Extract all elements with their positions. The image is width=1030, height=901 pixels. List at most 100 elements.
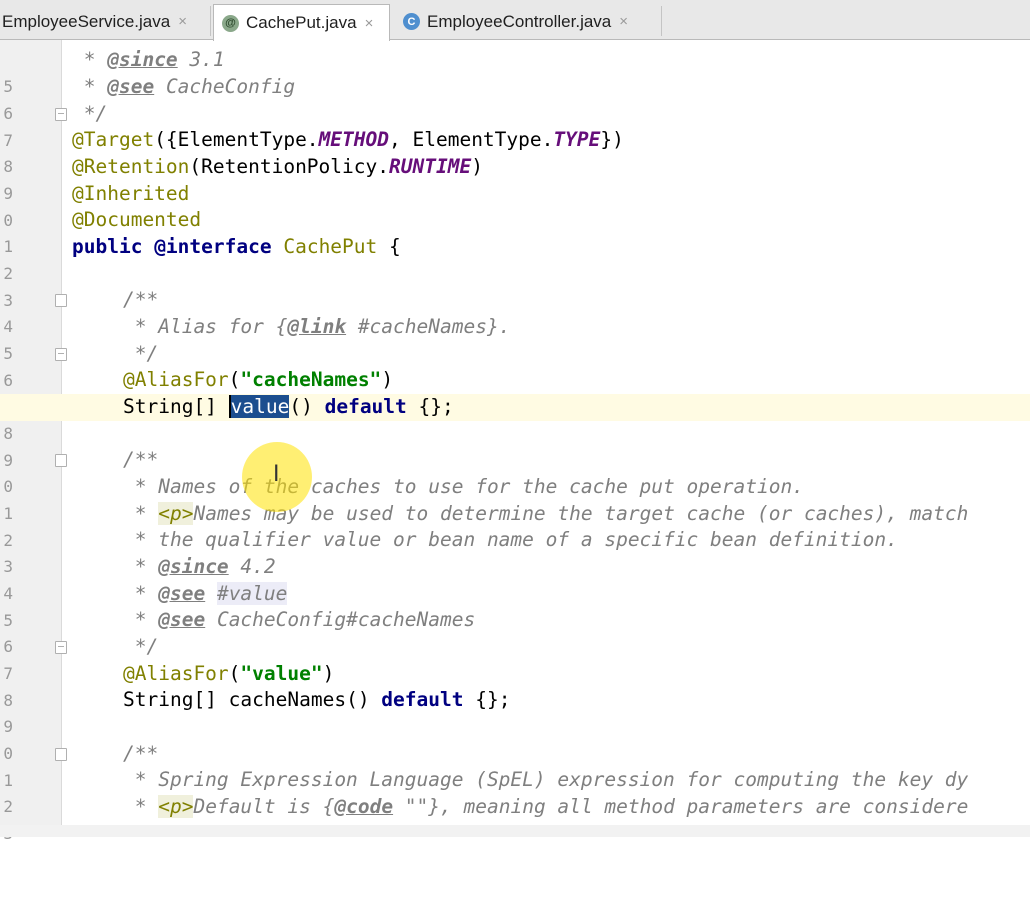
keyword: @interface (142, 235, 284, 258)
fold-icon[interactable] (55, 294, 67, 307)
comment-text: * (123, 608, 159, 631)
code-line: 4 * @since 4.2 (0, 554, 1030, 603)
fold-icon[interactable] (55, 641, 67, 654)
html-tag: <p> (158, 795, 194, 818)
comment-text: * (123, 555, 159, 578)
code-line-current: 8 String[] value() default {}; (0, 394, 1030, 443)
close-icon[interactable]: × (178, 13, 187, 30)
code-text: ({ElementType. (154, 128, 319, 151)
code-text: ) (471, 155, 483, 178)
code-line: 0 /** (0, 447, 1030, 496)
code-line: 2 public @interface CachePut { (0, 234, 1030, 283)
code-line: 3 * the qualifier value or bean name of … (0, 527, 1030, 576)
annotation: @AliasFor (123, 662, 229, 685)
code-line: 4 /** (0, 287, 1030, 336)
fold-icon[interactable] (55, 748, 67, 761)
comment-text: 3.1 (177, 48, 225, 71)
code-text: { (377, 235, 401, 258)
comment-text: */ (123, 342, 159, 365)
string-literal: "cacheNames" (240, 368, 382, 391)
code-line: 8 @AliasFor("value") (0, 661, 1030, 710)
selected-text[interactable]: value (228, 395, 290, 418)
tab-label: CachePut.java (246, 13, 357, 32)
comment-text: * (123, 795, 159, 818)
code-text: String[] (123, 688, 229, 711)
code-editor[interactable]: 5 * @since 3.1 6 * @see CacheConfig 7 */… (0, 40, 1030, 843)
code-line: 1 /** (0, 741, 1030, 790)
fold-icon[interactable] (55, 108, 67, 121)
javadoc-tag: @code (334, 795, 394, 818)
javadoc-tag: @link (287, 315, 347, 338)
comment-text: * Alias for { (123, 315, 288, 338)
code-line: 1 * Names of the caches to use for the c… (0, 474, 1030, 523)
tab-divider (210, 6, 211, 36)
code-line: 7 */ (0, 101, 1030, 150)
annotation: @Documented (72, 208, 202, 231)
comment-text: Names may be used to determine the targe… (193, 502, 969, 525)
code-text: ( (228, 368, 241, 391)
code-line: 5 * @since 3.1 (0, 47, 1030, 96)
tab-employee-service[interactable]: EmployeeService.java × (0, 4, 208, 39)
javadoc-tag: @since (107, 48, 178, 71)
class-file-icon: C (403, 13, 420, 30)
code-line: 6 * @see CacheConfig (0, 74, 1030, 123)
keyword: public (72, 235, 143, 258)
fold-icon[interactable] (55, 348, 67, 361)
comment-text: /** (123, 742, 159, 765)
code-line: 3 (0, 261, 1030, 310)
comment-text: * the qualifier value or bean name of a … (123, 528, 898, 551)
fold-icon[interactable] (55, 454, 67, 467)
comment-text: #cacheNames}. (346, 315, 511, 338)
close-icon[interactable]: × (619, 13, 628, 30)
javadoc-value-reference: #value (216, 582, 288, 605)
javadoc-reference: CacheConfig (216, 608, 347, 631)
code-line: 5 * @see #value (0, 581, 1030, 630)
enum-constant: RUNTIME (389, 155, 472, 178)
enum-constant: METHOD (318, 128, 390, 151)
code-text: ) (381, 368, 394, 391)
code-line: 2 * Spring Expression Language (SpEL) ex… (0, 767, 1030, 816)
comment-text: 4.2 (228, 555, 276, 578)
code-line: 8 @Target({ElementType.METHOD, ElementTy… (0, 127, 1030, 176)
text-cursor-icon: I (273, 462, 280, 487)
comment-text: * (123, 502, 159, 525)
html-tag: <p> (158, 502, 194, 525)
code-text: () (289, 395, 313, 418)
type-name: CachePut (283, 235, 378, 258)
comment-text: /** (123, 288, 159, 311)
comment-text: * (123, 582, 159, 605)
code-line: 0 (0, 714, 1030, 763)
comment-text: */ (123, 635, 159, 658)
annotation: @AliasFor (123, 368, 229, 391)
tab-divider (661, 6, 662, 36)
string-literal: "value" (240, 662, 323, 685)
code-line: 7 */ (0, 634, 1030, 683)
comment-text: * (72, 75, 108, 98)
code-line: 3 * <p>Default is {@code ""}, meaning al… (0, 794, 1030, 843)
code-text: String[] (123, 395, 229, 418)
code-text: (RetentionPolicy. (189, 155, 389, 178)
code-text: ( (228, 662, 241, 685)
javadoc-tag: @see (158, 608, 206, 631)
comment-text: * (72, 48, 108, 71)
code-line: 0 @Inherited (0, 181, 1030, 230)
code-text: {}; (463, 688, 511, 711)
code-line: 9 @Retention(RetentionPolicy.RUNTIME) (0, 154, 1030, 203)
code-text: () (346, 688, 370, 711)
tab-label: EmployeeController.java (427, 11, 612, 31)
comment-text: * Spring Expression Language (SpEL) expr… (123, 768, 969, 791)
comment-text: Default is { (193, 795, 335, 818)
javadoc-tag: @see (158, 582, 206, 605)
tab-cacheput[interactable]: @ CachePut.java × (213, 4, 390, 41)
editor-tab-bar: EmployeeService.java × @ CachePut.java ×… (0, 0, 1030, 41)
javadoc-reference: CacheConfig (154, 75, 296, 98)
annotation: @Retention (72, 155, 190, 178)
code-line: 2 * <p>Names may be used to determine th… (0, 501, 1030, 550)
enum-constant: TYPE (553, 128, 601, 151)
comment-text: ""}, meaning all method parameters are c… (393, 795, 969, 818)
javadoc-tag: @since (158, 555, 229, 578)
code-line: 9 (0, 421, 1030, 470)
close-icon[interactable]: × (365, 15, 374, 32)
annotation-file-icon: @ (222, 14, 239, 32)
tab-employee-controller[interactable]: C EmployeeController.java × (395, 4, 660, 39)
